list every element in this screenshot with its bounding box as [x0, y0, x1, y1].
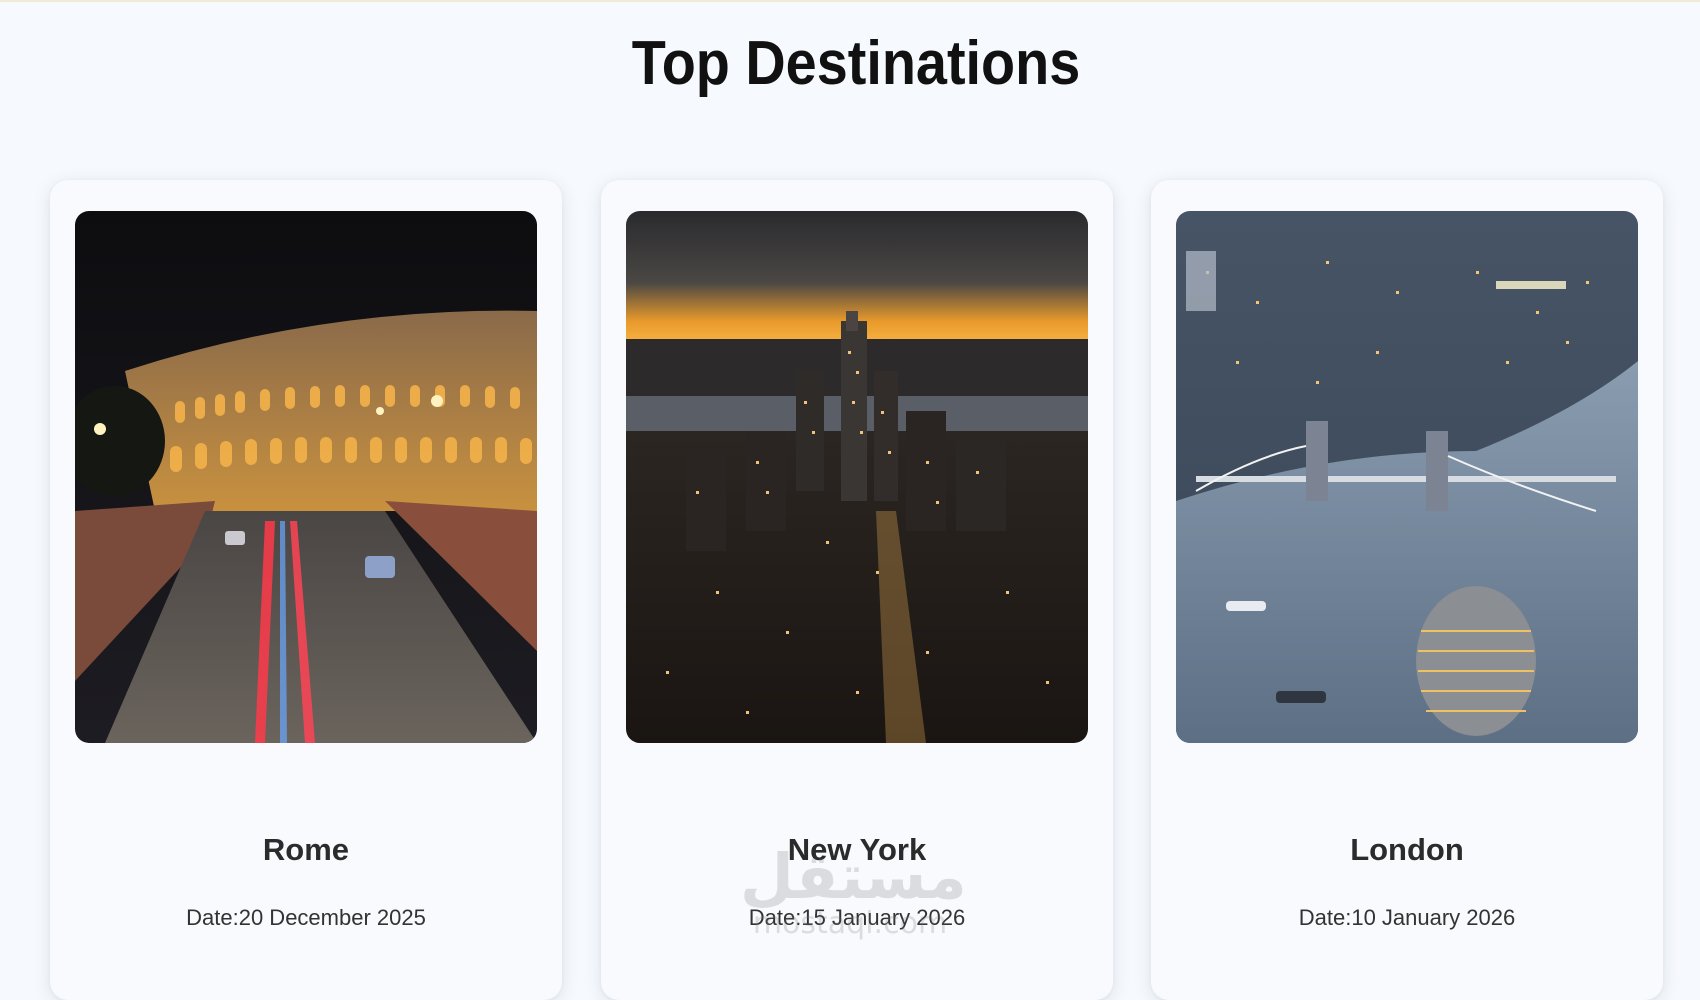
destination-card-new-york[interactable]: New York Date:15 January 2026 — [601, 180, 1113, 1000]
destination-card-london[interactable]: London Date:10 January 2026 — [1151, 180, 1663, 1000]
destination-name: New York — [787, 832, 927, 867]
destination-date: Date:10 January 2026 — [1298, 905, 1516, 930]
destination-name: Rome — [262, 832, 350, 867]
page-title: Top Destinations — [631, 29, 1081, 98]
destination-name: London — [1350, 832, 1464, 867]
destination-card-rome[interactable]: Rome Date:20 December 2025 — [50, 180, 562, 1000]
destination-date: Date:20 December 2025 — [186, 905, 426, 930]
top-divider — [0, 0, 1700, 2]
destination-date: Date:15 January 2026 — [748, 905, 966, 930]
new-york-photo — [626, 211, 1088, 743]
rome-photo — [75, 211, 537, 743]
london-photo — [1176, 211, 1638, 743]
